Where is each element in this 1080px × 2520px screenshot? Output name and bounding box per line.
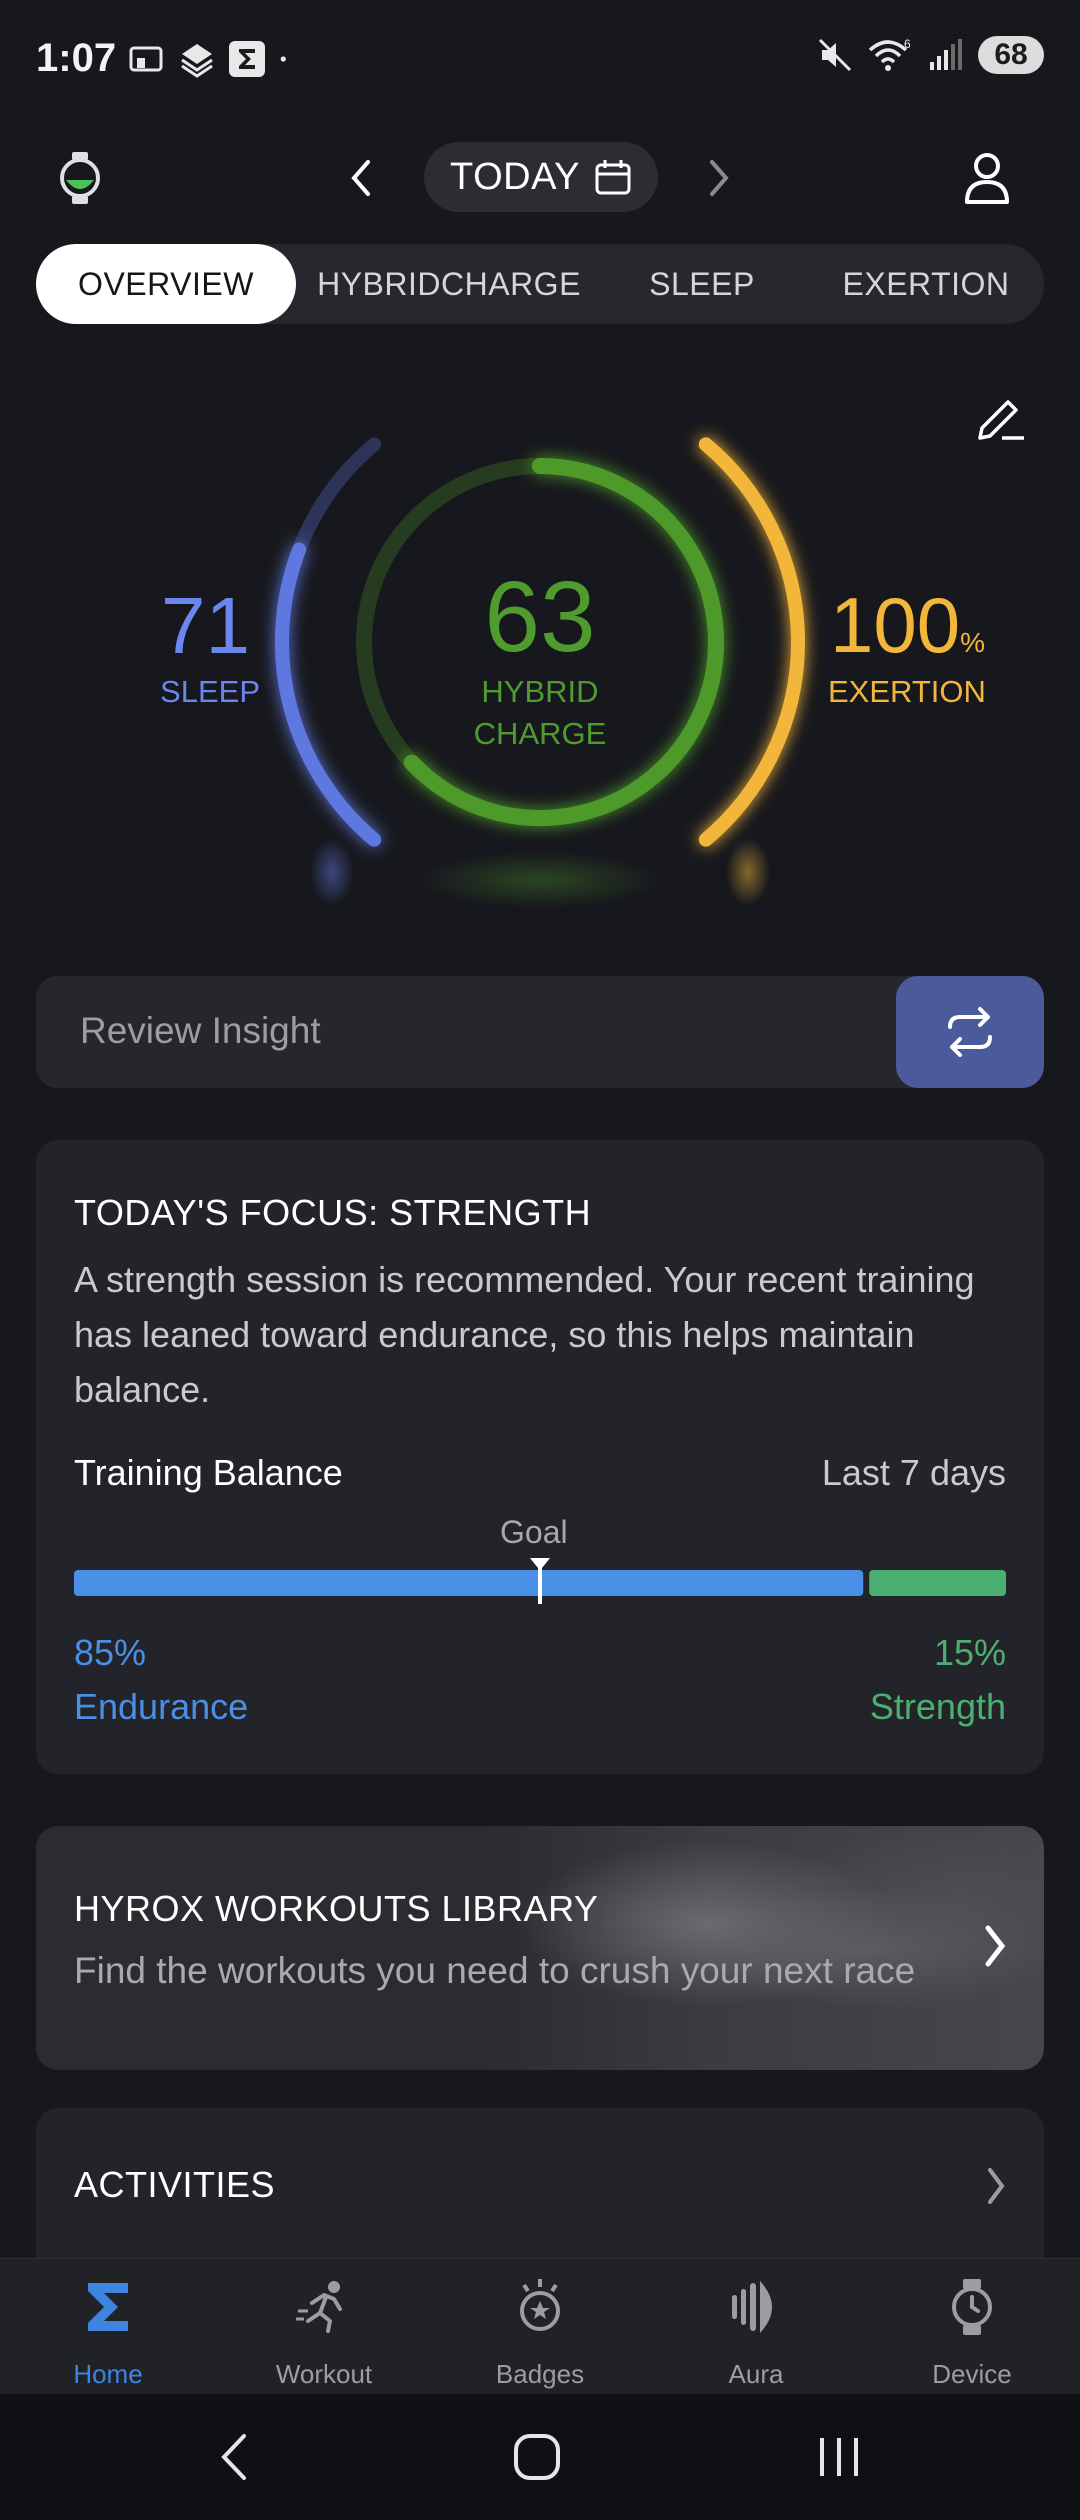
focus-title: TODAY'S FOCUS: STRENGTH (74, 1192, 592, 1233)
tab-sleep[interactable]: SLEEP (612, 244, 792, 324)
previous-day-button[interactable] (346, 156, 376, 200)
watch-status-icon[interactable] (54, 148, 106, 208)
next-day-button[interactable] (704, 156, 734, 200)
cast-icon (129, 46, 163, 72)
review-insight-text: Review Insight (80, 1010, 321, 1051)
nav-label-badges: Badges (495, 2359, 585, 2389)
nav-label-home: Home (73, 2359, 143, 2389)
todays-focus-card[interactable]: TODAY'S FOCUS: STRENGTH A strength sessi… (36, 1140, 1044, 1774)
hybrid-charge-score: 63 (484, 561, 596, 673)
hybrid-charge-label-line2: CHARGE (473, 716, 607, 751)
exertion-value: 100 (830, 581, 961, 669)
tab-bar: OVERVIEW HYBRIDCHARGE SLEEP EXERTION (36, 244, 1044, 324)
signal-icon (930, 39, 962, 70)
hybrid-charge-label-line1: HYBRID (481, 674, 599, 709)
system-home-button[interactable] (512, 2432, 562, 2482)
strength-label: Strength (869, 1686, 1006, 1727)
system-recents-button[interactable] (816, 2432, 862, 2482)
status-time: 1:07 (36, 36, 117, 80)
profile-icon[interactable] (962, 150, 1012, 206)
hyrox-background-image (484, 1826, 1044, 2070)
exertion-unit: % (960, 627, 986, 658)
sleep-arc (275, 542, 382, 847)
mute-icon (818, 38, 852, 72)
running-icon (296, 2281, 342, 2333)
nav-workout[interactable]: Workout (216, 2259, 432, 2395)
nav-home[interactable]: Home (0, 2259, 216, 2395)
stack-icon (181, 44, 213, 78)
header: TODAY (0, 130, 1080, 230)
exertion-score: 100% (830, 580, 985, 671)
date-label: TODAY (450, 155, 580, 198)
sleep-score: 71 (161, 581, 250, 670)
swap-insight-button[interactable] (896, 976, 1044, 1088)
sigma-icon (88, 2283, 128, 2331)
swap-icon (948, 1007, 992, 1057)
wifi-icon: 6 (868, 37, 911, 71)
date-selector[interactable]: TODAY (424, 142, 658, 212)
training-balance-label: Training Balance (74, 1452, 343, 1493)
nav-label-aura: Aura (728, 2359, 784, 2389)
activities-title: ACTIVITIES (74, 2164, 276, 2205)
tab-overview[interactable]: OVERVIEW (36, 244, 296, 324)
status-icons-left (128, 40, 298, 78)
chevron-right-icon (988, 2168, 1005, 2204)
review-insight-bar[interactable]: Review Insight (36, 976, 1044, 1088)
focus-description: A strength session is recommended. Your … (74, 1259, 975, 1410)
hyrox-title: HYROX WORKOUTS LIBRARY (74, 1888, 599, 1929)
sleep-score-label: SLEEP (160, 674, 260, 709)
hyrox-subtitle: Find the workouts you need to crush your… (74, 1950, 916, 1991)
nav-label-workout: Workout (275, 2359, 373, 2389)
tab-exertion[interactable]: EXERTION (816, 244, 1036, 324)
strength-percent: 15% (933, 1632, 1006, 1673)
system-back-button[interactable] (214, 2432, 254, 2482)
exertion-score-label: EXERTION (828, 674, 986, 709)
sleep-reflection (310, 838, 354, 906)
chevron-right-icon (985, 1925, 1006, 1967)
nav-aura[interactable]: Aura (648, 2259, 864, 2395)
badge-icon (520, 2279, 560, 2331)
strength-segment (869, 1570, 1006, 1596)
hybrid-reflection (420, 852, 660, 908)
battery-indicator: 68 (978, 36, 1044, 74)
aura-icon (732, 2281, 772, 2333)
goal-marker-icon (530, 1558, 550, 1604)
endurance-percent: 85% (74, 1632, 147, 1673)
bottom-navigation: Home Workout Badges Aura Device (0, 2258, 1080, 2394)
activities-card[interactable]: ACTIVITIES (36, 2108, 1044, 2258)
endurance-label: Endurance (74, 1686, 249, 1727)
goal-label: Goal (500, 1514, 568, 1550)
status-icons-right: 6 68 (816, 36, 1044, 74)
hyrox-library-card[interactable]: HYROX WORKOUTS LIBRARY Find the workouts… (36, 1826, 1044, 2070)
nav-device[interactable]: Device (864, 2259, 1080, 2395)
wifi-label: 6 (904, 37, 911, 51)
calendar-icon (595, 160, 631, 195)
tab-hybridcharge[interactable]: HYBRIDCHARGE (304, 244, 594, 324)
sigma-app-icon (229, 41, 265, 77)
nav-badges[interactable]: Badges (432, 2259, 648, 2395)
status-bar: 1:07 6 68 (0, 0, 1080, 120)
watch-icon (952, 2279, 992, 2335)
training-balance-range: Last 7 days (821, 1452, 1006, 1493)
exertion-reflection (726, 838, 770, 906)
endurance-segment (74, 1570, 864, 1596)
dot-icon (280, 56, 286, 62)
nav-label-device: Device (932, 2359, 1012, 2389)
system-navigation-bar (0, 2394, 1080, 2520)
